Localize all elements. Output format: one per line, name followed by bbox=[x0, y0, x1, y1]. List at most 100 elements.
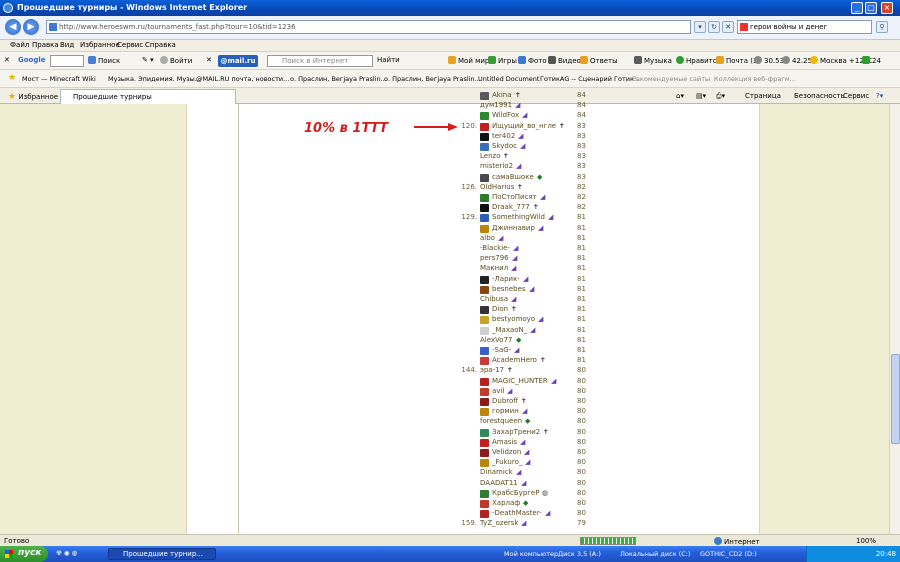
player-name-link[interactable]: Макнил bbox=[480, 264, 508, 272]
menu-edit[interactable]: Правка bbox=[32, 41, 59, 49]
ranking-row: Velidzon ◢ 80 bbox=[0, 448, 900, 458]
player-name-link[interactable]: Draak_777 bbox=[492, 203, 530, 211]
stop-button[interactable]: ✕ bbox=[722, 21, 734, 33]
player-icon bbox=[480, 428, 489, 437]
toolbar-answers[interactable]: Ответы bbox=[580, 56, 618, 65]
zoom-label[interactable]: 100% bbox=[856, 537, 876, 545]
player-name-link[interactable]: Dubroff bbox=[492, 397, 518, 405]
player-name-link[interactable]: misterio2 bbox=[480, 162, 513, 170]
player-name-link[interactable]: avil bbox=[492, 387, 504, 395]
drive-mycomputer[interactable]: Мой компьютер bbox=[504, 550, 558, 558]
google-search-input[interactable] bbox=[50, 55, 84, 67]
player-name-link[interactable]: Velidzon bbox=[492, 448, 521, 456]
player-name-link[interactable]: OldHarius bbox=[480, 183, 514, 191]
mail-find-button[interactable]: Найти bbox=[377, 56, 400, 64]
quicklaunch-icons[interactable]: ☢ ◉ ◍ bbox=[56, 549, 77, 557]
forward-button[interactable]: ▶ bbox=[23, 19, 39, 35]
menu-help[interactable]: Справка bbox=[145, 41, 176, 49]
fav-item-3[interactable]: о. Праслин, Вегjaya Praslin... bbox=[290, 75, 387, 83]
player-name-link[interactable]: Skydoc bbox=[492, 142, 517, 150]
toolbar-my-world[interactable]: Мой мир bbox=[448, 56, 489, 65]
player-name-link[interactable]: Харлаф bbox=[492, 499, 520, 507]
player-name-link[interactable]: AcademHero bbox=[492, 356, 537, 364]
taskbar-window-button[interactable]: Прошедшие турнир... bbox=[108, 548, 216, 560]
login-button[interactable]: Войти bbox=[160, 56, 192, 65]
player-name-link[interactable]: bestyomoyo bbox=[492, 315, 535, 323]
compat-button[interactable]: ▾ bbox=[694, 21, 706, 33]
toolbar-count[interactable]: 24 bbox=[862, 56, 881, 65]
fav-item-7[interactable]: Рекомендуемые сайты bbox=[632, 75, 710, 83]
player-name-link[interactable]: гормин bbox=[492, 407, 519, 415]
player-name-link[interactable]: КрабсБургеР bbox=[492, 489, 539, 497]
close-button[interactable]: × bbox=[881, 2, 893, 14]
fav-item-2[interactable]: @MAIL.RU почта, новости... bbox=[196, 75, 289, 83]
player-name-link[interactable]: Dion bbox=[492, 305, 508, 313]
start-button[interactable]: пуск bbox=[0, 546, 48, 562]
menu-file[interactable]: Файл bbox=[10, 41, 29, 49]
toolbar-eur[interactable]: 42.25 bbox=[782, 56, 812, 65]
player-name-link[interactable]: Джиннавир bbox=[492, 224, 535, 232]
player-name-link[interactable]: TyZ_ozersk bbox=[480, 519, 518, 527]
toolbar-games[interactable]: Игры bbox=[488, 56, 517, 65]
fav-item-8[interactable]: Коллекция веб-фрагм... bbox=[714, 75, 796, 83]
fav-item-0[interactable]: Мост — Minecraft Wiki bbox=[22, 75, 96, 83]
player-name-link[interactable]: pers796 bbox=[480, 254, 509, 262]
minimize-button[interactable]: _ bbox=[851, 2, 863, 14]
menu-view[interactable]: Вид bbox=[60, 41, 74, 49]
ranking-row: albo ◢ 81 bbox=[0, 234, 900, 244]
player-name-link[interactable]: эра-17 bbox=[480, 366, 504, 374]
google-search-button[interactable]: Поиск bbox=[88, 56, 120, 65]
player-name-link[interactable]: ПоСтоПисят bbox=[492, 193, 537, 201]
back-button[interactable]: ◀ bbox=[5, 19, 21, 35]
player-name-link[interactable]: forestqueen bbox=[480, 417, 522, 425]
search-button[interactable]: ⚲ bbox=[876, 21, 888, 33]
player-name-link[interactable]: _MaxaoN_ bbox=[492, 326, 527, 334]
player-name-link[interactable]: _Fukuro_ bbox=[492, 458, 522, 466]
player-name-link[interactable]: WildFox bbox=[492, 111, 519, 119]
toolbar-photo[interactable]: Фото bbox=[518, 56, 547, 65]
player-name-link[interactable]: ЗахарТрени2 bbox=[492, 428, 540, 436]
tools-icon[interactable]: ✎ ▾ bbox=[142, 56, 154, 64]
player-name-link[interactable]: -SaG- bbox=[492, 346, 511, 354]
player-name-link[interactable]: Akina bbox=[492, 91, 512, 99]
toolbar-video[interactable]: Видео bbox=[548, 56, 581, 65]
player-name-link[interactable]: albo bbox=[480, 234, 495, 242]
fav-item-4[interactable]: о. Праслин, Вегjaya Praslin... bbox=[384, 75, 481, 83]
fav-item-5[interactable]: Untitled Document bbox=[478, 75, 539, 83]
menu-tools[interactable]: Сервис bbox=[117, 41, 143, 49]
mail-search-input[interactable]: Поиск в Интернет bbox=[267, 55, 373, 67]
toolbar-music[interactable]: Музыка bbox=[634, 56, 672, 65]
toolbar-close-icon[interactable]: ✕ bbox=[4, 56, 10, 64]
player-name-link[interactable]: MAGIC_HUNTER bbox=[492, 377, 548, 385]
player-name-link[interactable]: -Ларик- bbox=[492, 275, 520, 283]
url-input[interactable]: http://www.heroeswm.ru/tournaments_fast.… bbox=[46, 20, 691, 34]
toolbar-likes[interactable]: Нравится bbox=[676, 56, 721, 65]
drive-d[interactable]: GOTHIC_CD2 (D:) bbox=[700, 550, 757, 558]
favorites-star-icon[interactable]: ★ bbox=[8, 73, 16, 83]
player-name-link[interactable]: самаВшоке bbox=[492, 173, 534, 181]
player-name-link[interactable]: -DeathMaster- bbox=[492, 509, 542, 517]
fav-item-6[interactable]: ГотикАG -- Сценарий Готик... bbox=[540, 75, 640, 83]
mail-close-icon[interactable]: ✕ bbox=[206, 56, 212, 64]
player-icon bbox=[480, 316, 489, 325]
player-name-link[interactable]: AlexVo77 bbox=[480, 336, 513, 344]
search-input[interactable]: герои войны и денег bbox=[737, 20, 872, 34]
player-name-link[interactable]: Chibusa bbox=[480, 295, 508, 303]
player-name-link[interactable]: SomethingWild bbox=[492, 213, 545, 221]
maximize-button[interactable]: □ bbox=[865, 2, 877, 14]
drive-c[interactable]: Локальный диск (C:) bbox=[620, 550, 691, 558]
player-name-link[interactable]: Dinamick bbox=[480, 468, 513, 476]
player-name-link[interactable]: DAADAT11 bbox=[480, 479, 518, 487]
player-name-link[interactable]: Lenzo bbox=[480, 152, 500, 160]
player-name-link[interactable]: дум1991 bbox=[480, 101, 512, 109]
drive-a[interactable]: Диск 3,5 (A:) bbox=[558, 550, 601, 558]
refresh-button[interactable]: ↻ bbox=[708, 21, 720, 33]
menu-favorites[interactable]: Избранное bbox=[80, 41, 120, 49]
player-name-link[interactable]: Amasis bbox=[492, 438, 517, 446]
fav-item-1[interactable]: Музыка. Эпидемия. Музы... bbox=[108, 75, 201, 83]
toolbar-usd[interactable]: 30.53 bbox=[754, 56, 784, 65]
player-name-link[interactable]: ter402 bbox=[492, 132, 515, 140]
player-name-link[interactable]: Ищущий_во_нгле bbox=[492, 122, 556, 130]
player-name-link[interactable]: besnebes bbox=[492, 285, 526, 293]
player-name-link[interactable]: -Blackie- bbox=[480, 244, 510, 252]
